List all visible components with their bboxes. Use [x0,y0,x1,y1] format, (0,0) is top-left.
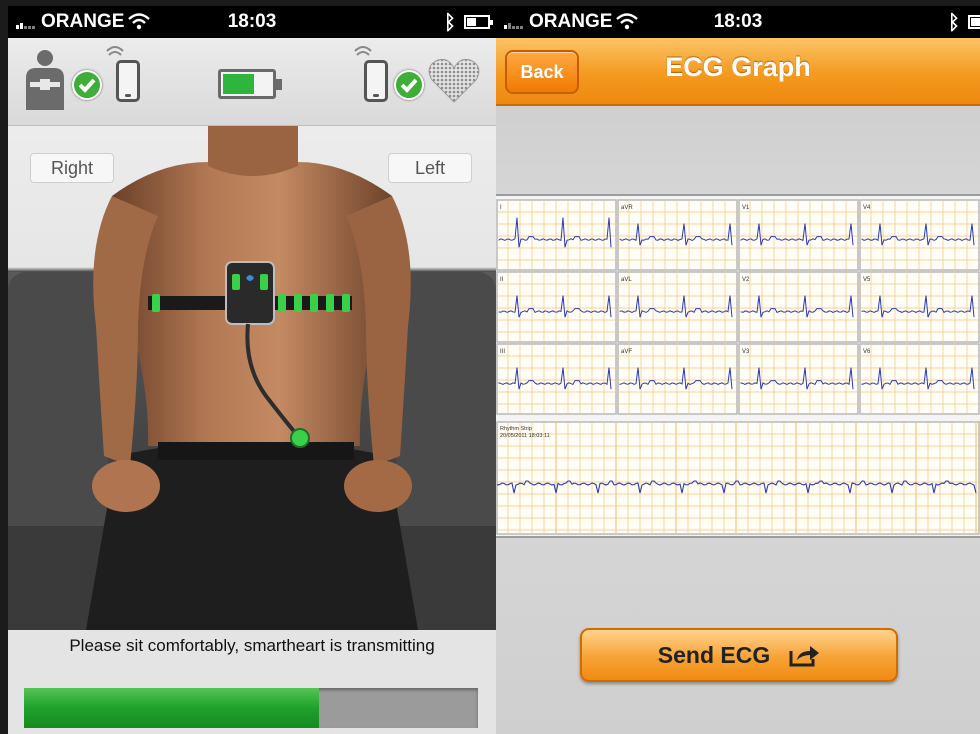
connection-status-bar [8,38,496,126]
electrode-placement-illustration: Right Left [8,126,496,630]
bluetooth-icon: ᛒ [444,10,456,34]
screenshot: ORANGE 18:03 ᛒ Right Left Please sit com… [0,0,980,734]
ecg-lead-label: aVR [621,205,633,211]
man-wearing-chest-strap-image [8,126,496,630]
ecg-lead-label: V3 [742,349,750,355]
send-ecg-button[interactable]: Send ECG [580,628,898,682]
clock: 18:03 [713,11,763,32]
bluetooth-icon: ᛒ [948,10,960,34]
heart-icon [428,58,480,103]
share-icon [789,646,820,667]
page-title: ECG Graph [665,52,811,82]
ecg-lead-panel [496,271,617,343]
ecg-lead-panel [738,271,859,343]
ecg-chart: IaVR V1 V4II aVL V2 V5III aVF V3 V6Rhythm Strip2… [496,199,980,535]
ecg-lead-panel [859,271,980,343]
battery-icon [464,15,493,29]
person-with-device-icon [26,50,64,110]
ecg-lead-label: II [500,277,504,283]
status-bar: ORANGE 18:03 ᛒ [8,6,496,38]
ecg-lead-panel [738,343,859,415]
ecg-lead-panel [496,199,617,271]
ecg-lead-label: V5 [863,277,871,283]
check-icon [394,70,424,100]
ecg-lead-label: V2 [742,277,750,283]
progress-fill [24,688,320,728]
transmission-progress-bar [24,688,478,728]
ecg-lead-label: V1 [742,205,750,211]
ecg-lead-panel [617,271,738,343]
ecg-lead-panel [617,199,738,271]
right-side-label: Right [30,153,114,183]
navigation-bar: Back ECG Graph [496,38,980,106]
ecg-lead-panel [617,343,738,415]
ecg-lead-label: III [500,349,505,355]
phone-icon [364,60,388,102]
ecg-lead-label: aVF [621,349,632,355]
battery-level [223,74,254,94]
battery-icon [968,15,980,29]
ecg-report: IaVR V1 V4 II aVL V2 V5 III aVF V3 V6 Rhythm Strip 2… [496,194,980,538]
ecg-lead-panel [859,343,980,415]
ecg-lead-panel [859,199,980,271]
rhythm-strip-timestamp: 20/05/2011 18:03:11 [500,433,550,439]
sensor-battery-icon [218,69,282,99]
rhythm-strip-label: Rhythm Strip [500,426,532,432]
phone-icon [116,60,140,102]
ecg-rhythm-strip [496,421,980,535]
status-bar: ORANGE 18:03 ᛒ [496,6,980,38]
ecg-lead-panel [738,199,859,271]
ecg-lead-panel [496,343,617,415]
ecg-lead-label: V6 [863,349,871,355]
instruction-text: Please sit comfortably, smartheart is tr… [69,636,435,655]
status-indicators: ᛒ [444,10,493,34]
clock: 18:03 [227,11,277,32]
smartheart-monitor-screen: ORANGE 18:03 ᛒ Right Left Please sit com… [8,6,496,734]
ecg-lead-label: V4 [863,205,871,211]
send-ecg-label: Send ECG [657,641,771,668]
ecg-lead-label: aVL [621,277,632,283]
left-side-label: Left [388,153,472,183]
ecg-graph-screen: ORANGE 18:03 ᛒ Back ECG Graph IaVR V1 V4 II… [496,6,980,734]
status-indicators: ᛒ [948,10,980,34]
check-icon [72,70,102,100]
